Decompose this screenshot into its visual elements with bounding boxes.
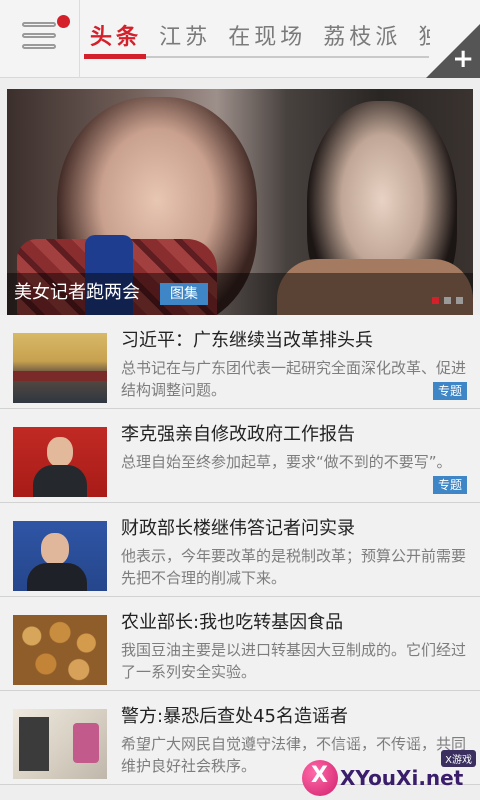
hero-caption: 美女记者跑两会 图集	[7, 273, 473, 315]
list-item[interactable]: 财政部长楼继伟答记者问实录 他表示，今年要改革的是税制改革；预算公开前需要先把不…	[0, 503, 480, 597]
topic-tag: 专题	[432, 476, 467, 494]
tab-lizhi-pai[interactable]: 荔枝派	[323, 22, 401, 54]
news-thumbnail	[13, 615, 107, 685]
menu-icon	[22, 22, 56, 52]
app-root: 头条 江苏 在现场 荔枝派 独家 + 美女记者跑两会 图集	[0, 0, 480, 800]
xyouxi-logo-icon: X	[302, 760, 338, 796]
news-title: 警方:暴恐后查处45名造谣者	[121, 706, 348, 727]
list-item[interactable]: 习近平：广东继续当改革排头兵 总书记在与广东团代表一起研究全面深化改革、促进结构…	[0, 315, 480, 409]
news-thumbnail	[13, 521, 107, 591]
news-thumbnail	[13, 709, 107, 779]
news-thumbnail	[13, 333, 107, 403]
active-tab-indicator	[84, 54, 146, 59]
site-watermark: X游戏 X XYouXi.net	[300, 750, 480, 800]
pager-dot[interactable]	[444, 297, 451, 304]
news-title: 李克强亲自修改政府工作报告	[121, 424, 355, 445]
notification-dot	[57, 15, 70, 28]
news-summary: 总书记在与广东团代表一起研究全面深化改革、促进结构调整问题。	[121, 359, 467, 399]
list-item[interactable]: 农业部长:我也吃转基因食品 我国豆油主要是以进口转基因大豆制成的。它们经过了一系…	[0, 597, 480, 691]
watermark-site-name: XYouXi.net	[340, 766, 464, 790]
tab-headlines[interactable]: 头条	[90, 22, 142, 54]
news-summary: 他表示，今年要改革的是税制改革；预算公开前需要先把不合理的削减下来。	[121, 547, 467, 587]
carousel-pager	[427, 289, 463, 308]
pager-dot[interactable]	[432, 297, 439, 304]
plus-icon: +	[452, 44, 474, 74]
news-title: 习近平：广东继续当改革排头兵	[121, 330, 373, 351]
tab-on-site[interactable]: 在现场	[228, 22, 306, 54]
menu-button[interactable]	[0, 0, 80, 78]
news-title: 财政部长楼继伟答记者问实录	[121, 518, 355, 539]
top-bar: 头条 江苏 在现场 荔枝派 独家 +	[0, 0, 480, 78]
news-summary: 我国豆油主要是以进口转基因大豆制成的。它们经过了一系列安全实验。	[121, 641, 467, 681]
news-thumbnail	[13, 427, 107, 497]
hero-banner[interactable]: 美女记者跑两会 图集	[7, 89, 473, 315]
hero-title: 美女记者跑两会	[14, 282, 140, 303]
watermark-bubble: X游戏	[441, 750, 476, 767]
gallery-badge: 图集	[160, 283, 208, 305]
topic-tag: 专题	[432, 382, 467, 400]
pager-dot[interactable]	[456, 297, 463, 304]
news-summary: 总理自始至终参加起草，要求“做不到的不要写”。	[121, 453, 452, 471]
news-list: 习近平：广东继续当改革排头兵 总书记在与广东团代表一起研究全面深化改革、促进结构…	[0, 315, 480, 785]
news-title: 农业部长:我也吃转基因食品	[121, 612, 344, 633]
list-item[interactable]: 李克强亲自修改政府工作报告 总理自始至终参加起草，要求“做不到的不要写”。 专题	[0, 409, 480, 503]
tab-jiangsu[interactable]: 江苏	[159, 22, 211, 54]
add-channel-button[interactable]: +	[426, 24, 480, 78]
tab-underline	[84, 54, 429, 59]
